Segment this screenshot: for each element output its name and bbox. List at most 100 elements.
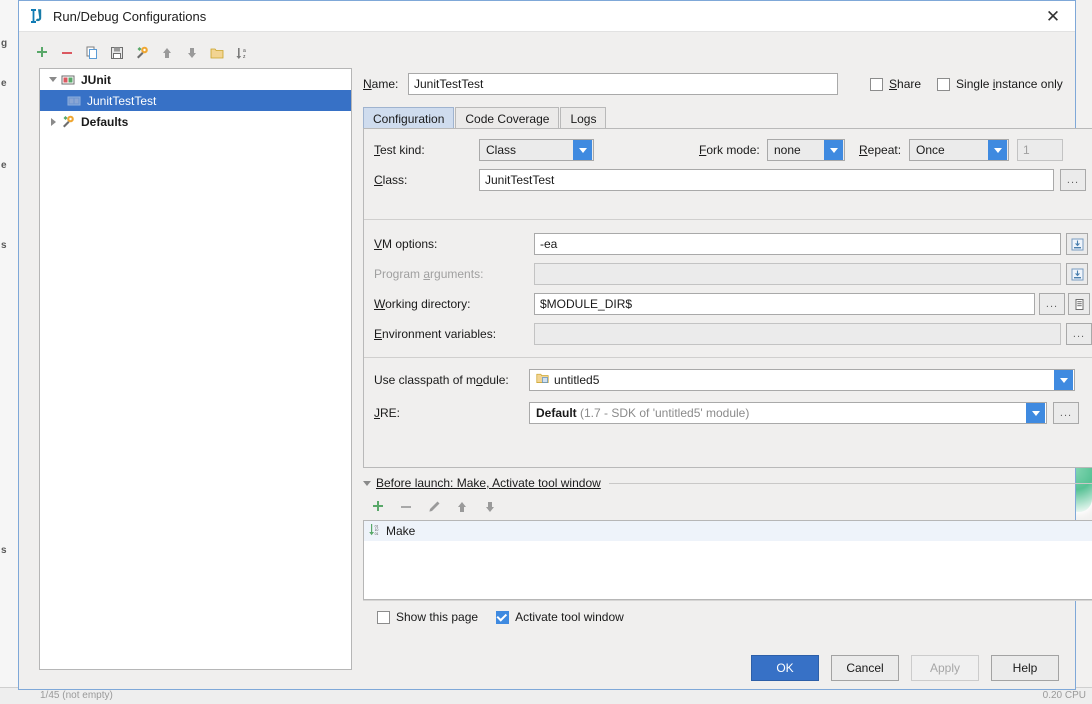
share-checkbox[interactable]: Share bbox=[870, 77, 921, 91]
fork-mode-value: none bbox=[774, 143, 801, 157]
chevron-down-icon[interactable] bbox=[46, 77, 60, 82]
class-input[interactable] bbox=[479, 169, 1054, 191]
name-row: Name: Share Single instance only bbox=[363, 72, 1092, 96]
apply-button[interactable]: Apply bbox=[911, 655, 979, 681]
dialog-body: a z JUnit JunitTestTest Defaults Name: J… bbox=[19, 32, 1092, 691]
environment-variables-label: Environment variables: bbox=[374, 327, 497, 341]
test-kind-combo[interactable]: Class bbox=[479, 139, 594, 161]
dialog-title: Run/Debug Configurations bbox=[53, 8, 207, 24]
environment-variables-browse-button[interactable]: ... bbox=[1066, 323, 1092, 345]
chevron-down-icon[interactable] bbox=[824, 140, 843, 160]
backdrop-text-fragment: s bbox=[1, 545, 7, 556]
move-up-button[interactable] bbox=[158, 44, 176, 62]
task-move-up-button[interactable] bbox=[453, 498, 471, 516]
sort-configurations-button[interactable]: a z bbox=[233, 44, 251, 62]
show-this-page-label: Show this page bbox=[396, 610, 479, 624]
fork-mode-combo[interactable]: none bbox=[767, 139, 845, 161]
tree-node-label: Defaults bbox=[81, 114, 129, 129]
move-down-button[interactable] bbox=[183, 44, 201, 62]
program-arguments-input[interactable] bbox=[534, 263, 1061, 285]
chevron-down-icon[interactable] bbox=[988, 140, 1007, 160]
section-divider bbox=[364, 357, 1092, 358]
svg-text:01: 01 bbox=[375, 532, 379, 536]
working-directory-input[interactable] bbox=[534, 293, 1035, 315]
repeat-count-input[interactable] bbox=[1017, 139, 1063, 161]
show-this-page-checkbox[interactable]: Show this page bbox=[377, 610, 478, 624]
intellij-idea-icon bbox=[29, 8, 45, 24]
vm-options-expand-icon[interactable] bbox=[1066, 233, 1088, 255]
working-directory-browse-button[interactable]: ... bbox=[1039, 293, 1065, 315]
single-instance-only-checkbox[interactable]: Single instance only bbox=[937, 77, 1063, 91]
backdrop-text-fragment: e bbox=[1, 160, 7, 171]
tab-logs[interactable]: Logs bbox=[560, 107, 607, 129]
fork-mode-label: Fork mode: bbox=[699, 143, 760, 157]
single-instance-only-label: Single instance only bbox=[956, 77, 1063, 91]
cancel-button[interactable]: Cancel bbox=[831, 655, 899, 681]
ok-button[interactable]: OK bbox=[751, 655, 819, 681]
before-launch-task-list[interactable]: 01 10 01 Make bbox=[363, 520, 1092, 600]
tree-node-label: JUnit bbox=[81, 72, 111, 87]
create-folder-button[interactable] bbox=[208, 44, 226, 62]
show-this-page-checkbox-box[interactable] bbox=[377, 610, 390, 624]
close-icon[interactable]: ✕ bbox=[1031, 1, 1075, 31]
edit-defaults-wrench-icon[interactable] bbox=[133, 44, 151, 62]
chevron-down-icon[interactable] bbox=[573, 140, 592, 160]
remove-configuration-button[interactable] bbox=[58, 44, 76, 62]
working-directory-row: Working directory: ... bbox=[374, 293, 1090, 315]
name-label: Name: bbox=[363, 77, 399, 91]
task-move-down-button[interactable] bbox=[481, 498, 499, 516]
tree-node-junit[interactable]: JUnit bbox=[40, 69, 351, 90]
vm-options-input[interactable] bbox=[534, 233, 1061, 255]
configuration-tabs: Configuration Code Coverage Logs bbox=[363, 106, 607, 129]
share-checkbox-box[interactable] bbox=[870, 77, 883, 91]
save-configuration-button[interactable] bbox=[108, 44, 126, 62]
tab-configuration[interactable]: Configuration bbox=[363, 107, 455, 129]
repeat-row: Repeat: Once bbox=[859, 139, 1063, 161]
chevron-down-icon[interactable] bbox=[1026, 403, 1045, 423]
backdrop-text-fragment: s bbox=[1, 240, 7, 251]
remove-task-button[interactable] bbox=[397, 498, 415, 516]
share-label: Share bbox=[889, 77, 922, 91]
repeat-value: Once bbox=[916, 143, 945, 157]
name-input[interactable] bbox=[408, 73, 838, 95]
configurations-tree[interactable]: JUnit JunitTestTest Defaults bbox=[39, 68, 352, 670]
wrench-icon bbox=[60, 115, 76, 129]
class-browse-button[interactable]: ... bbox=[1060, 169, 1086, 191]
before-launch-header[interactable]: Before launch: Make, Activate tool windo… bbox=[363, 476, 1092, 490]
before-launch-task-item[interactable]: 01 10 01 Make bbox=[364, 521, 1092, 541]
classpath-module-combo[interactable]: untitled5 bbox=[529, 369, 1075, 391]
copy-configuration-button[interactable] bbox=[83, 44, 101, 62]
configuration-tab-panel: Test kind: Class Fork mode: none Repeat:… bbox=[363, 128, 1092, 468]
tree-node-label: JunitTestTest bbox=[87, 93, 157, 108]
before-launch-toolbar bbox=[369, 498, 499, 516]
environment-variables-input[interactable] bbox=[534, 323, 1061, 345]
junit-icon bbox=[60, 73, 76, 87]
add-configuration-button[interactable] bbox=[33, 44, 51, 62]
program-arguments-label: Program arguments: bbox=[374, 267, 484, 281]
single-instance-only-checkbox-box[interactable] bbox=[937, 77, 951, 91]
jre-browse-button[interactable]: ... bbox=[1053, 402, 1079, 424]
help-button[interactable]: Help bbox=[991, 655, 1059, 681]
chevron-down-icon[interactable] bbox=[363, 480, 371, 486]
repeat-label: Repeat: bbox=[859, 143, 902, 157]
activate-tool-window-checkbox-box[interactable] bbox=[496, 610, 510, 624]
tree-node-defaults[interactable]: Defaults bbox=[40, 111, 351, 132]
jre-row: JRE: Default (1.7 - SDK of 'untitled5' m… bbox=[374, 402, 1079, 424]
add-task-button[interactable] bbox=[369, 498, 387, 516]
jre-combo[interactable]: Default (1.7 - SDK of 'untitled5' module… bbox=[529, 402, 1047, 424]
chevron-right-icon[interactable] bbox=[46, 117, 60, 126]
macros-icon[interactable] bbox=[1068, 293, 1090, 315]
dialog-title-bar: Run/Debug Configurations ✕ bbox=[19, 1, 1075, 32]
activate-tool-window-checkbox[interactable]: Activate tool window bbox=[496, 610, 624, 624]
configurations-toolbar: a z bbox=[33, 40, 333, 66]
tab-code-coverage[interactable]: Code Coverage bbox=[455, 107, 560, 129]
repeat-combo[interactable]: Once bbox=[909, 139, 1009, 161]
edit-task-pencil-icon[interactable] bbox=[425, 498, 443, 516]
chevron-down-icon[interactable] bbox=[1054, 370, 1073, 390]
dialog-button-bar: OK Cancel Apply Help bbox=[751, 655, 1059, 681]
module-icon bbox=[536, 372, 549, 388]
program-arguments-expand-icon[interactable] bbox=[1066, 263, 1088, 285]
tree-node-junittesttest[interactable]: JunitTestTest bbox=[40, 90, 351, 111]
backdrop-left-strip: g e e s s bbox=[0, 0, 19, 704]
before-launch-title: Before launch: Make, Activate tool windo… bbox=[376, 476, 601, 490]
